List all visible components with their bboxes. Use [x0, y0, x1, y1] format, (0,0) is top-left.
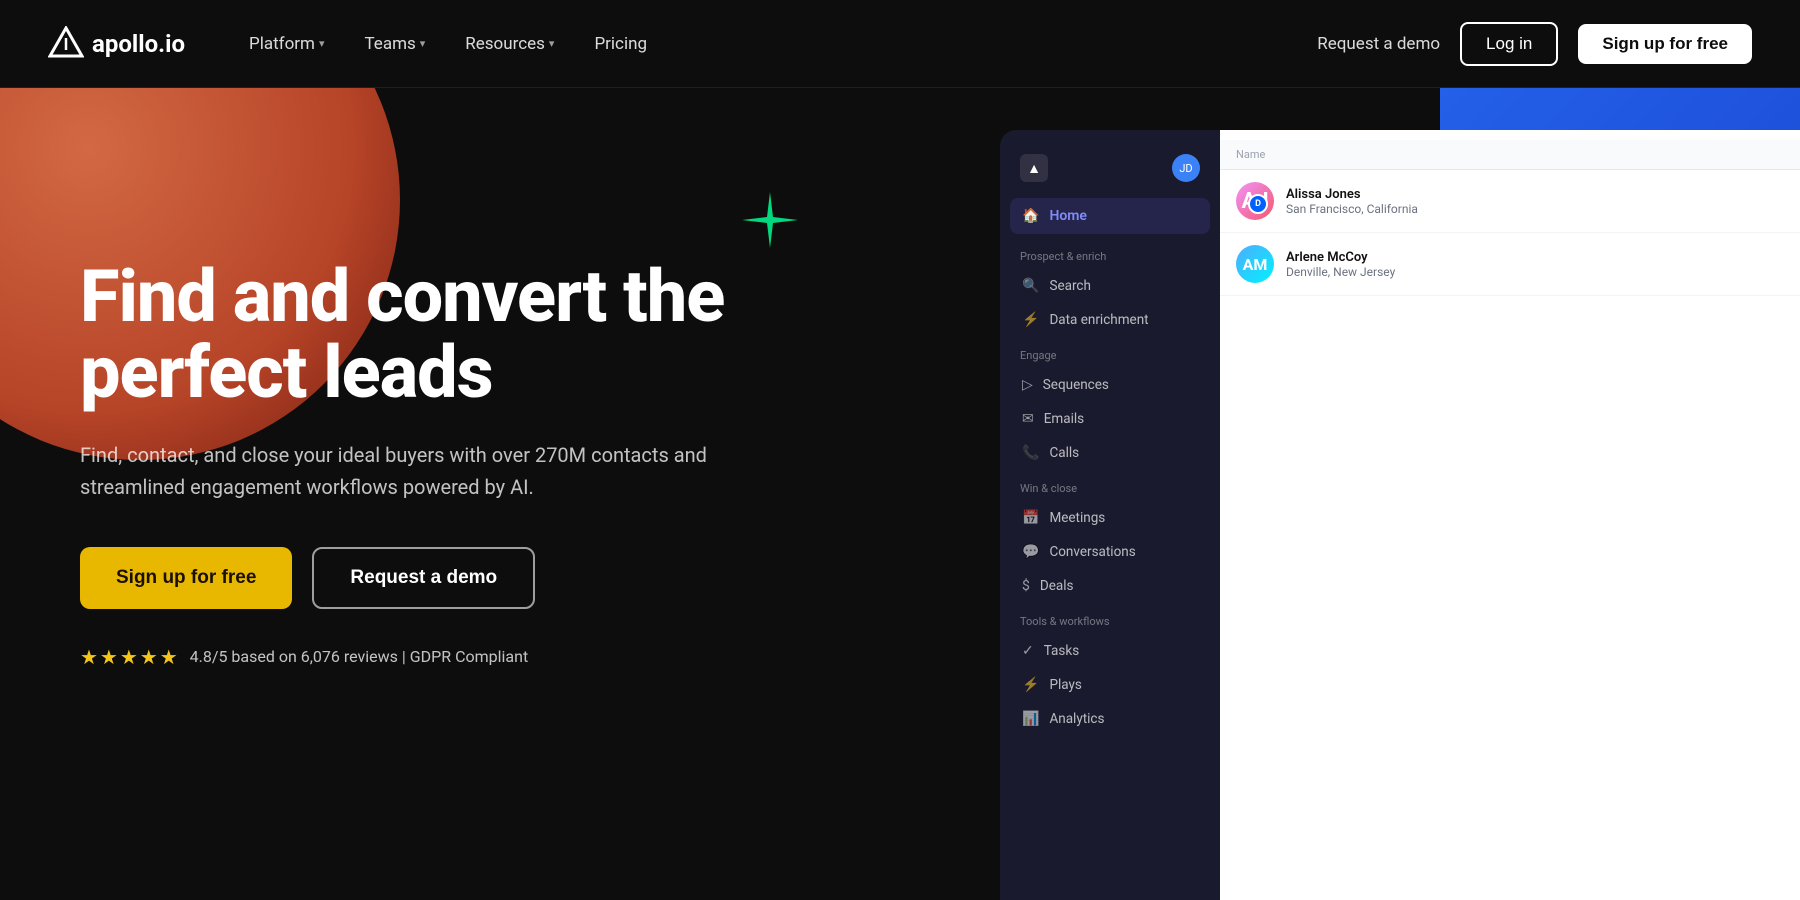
sidebar-item-calls[interactable]: 📞 Calls: [1000, 436, 1220, 470]
hero-section: Find and convert the perfect leads Find,…: [0, 88, 860, 900]
analytics-icon: 📊: [1022, 711, 1039, 727]
contact-location: Denville, New Jersey: [1286, 265, 1800, 279]
sidebar-logo-icon: ▲: [1020, 154, 1048, 182]
navbar: apollo.io Platform ▾ Teams ▾ Resources ▾…: [0, 0, 1800, 88]
contact-info-alissa: Alissa Jones San Francisco, California: [1286, 187, 1800, 216]
search-icon: 🔍: [1022, 278, 1039, 294]
meetings-icon: 📅: [1022, 510, 1039, 526]
request-demo-link[interactable]: Request a demo: [1317, 34, 1440, 54]
app-panel: ▲ JD 🏠 Home Prospect & enrich 🔍 Search ⚡…: [1000, 130, 1800, 900]
home-icon: 🏠: [1022, 208, 1039, 224]
contact-info-arlene: Arlene McCoy Denville, New Jersey: [1286, 250, 1800, 279]
login-button[interactable]: Log in: [1460, 22, 1558, 66]
sequences-icon: ▷: [1022, 377, 1033, 393]
nav-teams[interactable]: Teams ▾: [348, 26, 441, 62]
hero-rating: ★★★★★ 4.8/5 based on 6,076 reviews | GDP…: [80, 645, 780, 669]
nav-platform[interactable]: Platform ▾: [233, 26, 340, 62]
company-badge-dropbox: D: [1248, 194, 1268, 214]
hero-signup-button[interactable]: Sign up for free: [80, 547, 292, 609]
contact-name: Alissa Jones: [1286, 187, 1800, 202]
hero-demo-button[interactable]: Request a demo: [312, 547, 535, 609]
plays-icon: ⚡: [1022, 677, 1039, 693]
teams-chevron-icon: ▾: [420, 37, 426, 50]
contact-name: Arlene McCoy: [1286, 250, 1800, 265]
nav-pricing[interactable]: Pricing: [578, 26, 663, 62]
logo-text: apollo.io: [92, 30, 185, 58]
sidebar-section-prospect: Prospect & enrich: [1000, 238, 1220, 269]
app-sidebar: ▲ JD 🏠 Home Prospect & enrich 🔍 Search ⚡…: [1000, 130, 1220, 900]
sidebar-item-deals[interactable]: $ Deals: [1000, 569, 1220, 603]
conversations-icon: 💬: [1022, 544, 1039, 560]
contact-list: Name AJ D Alissa Jones San Francisco, Ca…: [1220, 130, 1800, 900]
contact-avatar-alissa: AJ D: [1236, 182, 1274, 220]
tasks-icon: ✓: [1022, 643, 1034, 659]
contact-avatar-arlene: AM: [1236, 245, 1274, 283]
rating-stars: ★★★★★: [80, 645, 180, 669]
platform-chevron-icon: ▾: [319, 37, 325, 50]
logo[interactable]: apollo.io: [48, 26, 185, 62]
nav-links: Platform ▾ Teams ▾ Resources ▾ Pricing: [233, 26, 1317, 62]
sidebar-item-enrichment[interactable]: ⚡ Data enrichment: [1000, 303, 1220, 337]
sidebar-item-meetings[interactable]: 📅 Meetings: [1000, 501, 1220, 535]
sidebar-section-tools: Tools & workflows: [1000, 603, 1220, 634]
sidebar-section-engage: Engage: [1000, 337, 1220, 368]
sidebar-header: ▲ JD: [1000, 146, 1220, 198]
avatar-arlene-image: AM: [1236, 245, 1274, 283]
sidebar-user-avatar: JD: [1172, 154, 1200, 182]
sidebar-item-sequences[interactable]: ▷ Sequences: [1000, 368, 1220, 402]
sidebar-item-tasks[interactable]: ✓ Tasks: [1000, 634, 1220, 668]
logo-icon: [48, 26, 84, 62]
calls-icon: 📞: [1022, 445, 1039, 461]
sparkle-icon: [740, 190, 800, 254]
sidebar-item-search[interactable]: 🔍 Search: [1000, 269, 1220, 303]
hero-title: Find and convert the perfect leads: [80, 259, 780, 410]
sidebar-item-conversations[interactable]: 💬 Conversations: [1000, 535, 1220, 569]
rating-text: 4.8/5 based on 6,076 reviews | GDPR Comp…: [190, 647, 529, 666]
sidebar-item-plays[interactable]: ⚡ Plays: [1000, 668, 1220, 702]
signup-button[interactable]: Sign up for free: [1578, 24, 1752, 64]
enrichment-icon: ⚡: [1022, 312, 1039, 328]
contact-list-header: Name: [1220, 140, 1800, 170]
resources-chevron-icon: ▾: [549, 37, 555, 50]
nav-resources[interactable]: Resources ▾: [449, 26, 570, 62]
hero-buttons: Sign up for free Request a demo: [80, 547, 780, 609]
deals-icon: $: [1022, 578, 1030, 594]
main-content: Name AJ D Alissa Jones San Francisco, Ca…: [1220, 130, 1800, 900]
contact-location: San Francisco, California: [1286, 202, 1800, 216]
hero-subtitle: Find, contact, and close your ideal buye…: [80, 439, 760, 503]
sidebar-item-home[interactable]: 🏠 Home: [1010, 198, 1210, 234]
sidebar-section-winclose: Win & close: [1000, 470, 1220, 501]
sidebar-item-analytics[interactable]: 📊 Analytics: [1000, 702, 1220, 736]
emails-icon: ✉: [1022, 411, 1034, 427]
nav-actions: Request a demo Log in Sign up for free: [1317, 22, 1752, 66]
contact-row[interactable]: AJ D Alissa Jones San Francisco, Califor…: [1220, 170, 1800, 233]
contact-row[interactable]: AM Arlene McCoy Denville, New Jersey: [1220, 233, 1800, 296]
sidebar-item-emails[interactable]: ✉ Emails: [1000, 402, 1220, 436]
